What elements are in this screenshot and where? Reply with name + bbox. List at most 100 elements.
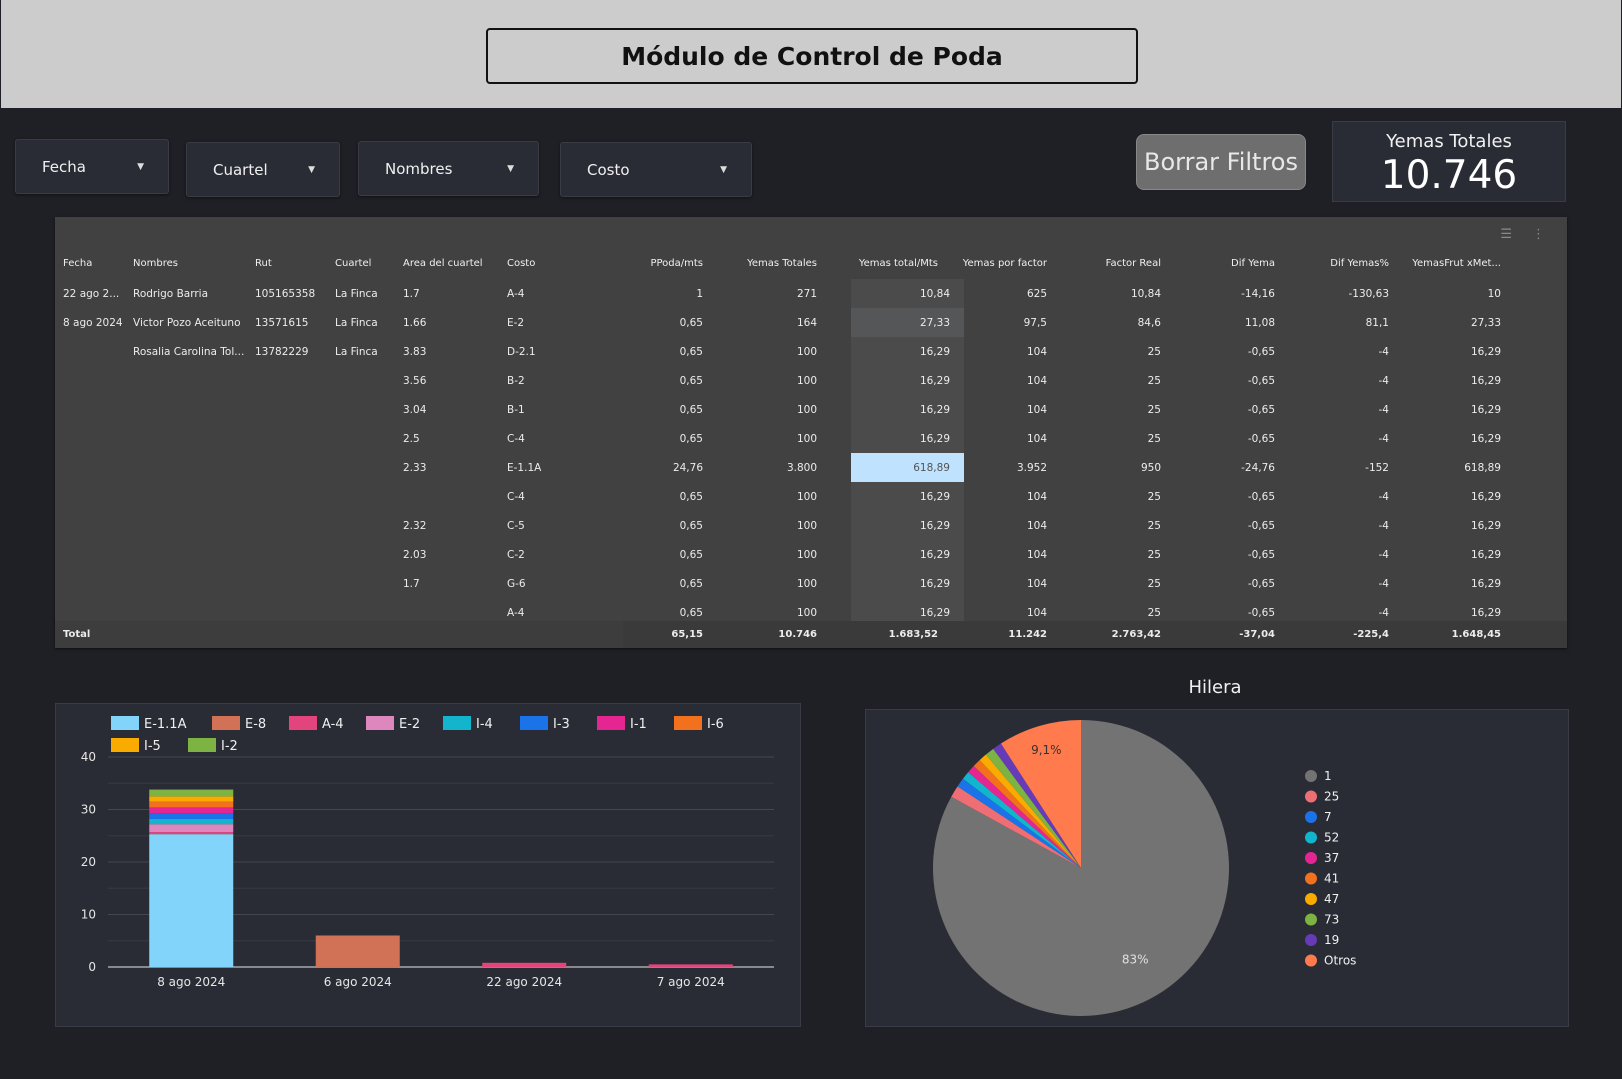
filter-icon[interactable]: ☰ xyxy=(1500,227,1512,242)
table-cell: 0,65 xyxy=(679,316,703,329)
legend-label: I-3 xyxy=(553,717,570,732)
table-row[interactable]: 2.32 C-5 0,65 100 16,29 104 25 -0,65 -4 16,29 xyxy=(55,511,1567,540)
table-row[interactable]: 2.33 E-1.1A 24,76 3.800 618,89 3.952 950 -24,76… xyxy=(55,453,1567,482)
table-row[interactable]: 22 ago 2... Rodrigo Barria 105165358 La Fin… xyxy=(55,279,1567,308)
legend-swatch xyxy=(212,716,240,730)
table-cell: 100 xyxy=(796,403,817,416)
table-cell: 618,89 xyxy=(1464,461,1501,474)
pie-chart-title: Hilera xyxy=(1188,677,1242,698)
table-cell: 0,65 xyxy=(679,345,703,358)
table-cell: 25 xyxy=(1147,403,1161,416)
table-cell xyxy=(133,569,253,598)
table-cell: 105165358 xyxy=(255,287,316,300)
column-header: Yemas por factor xyxy=(962,258,1047,269)
table-cell: -4 xyxy=(1378,345,1389,358)
legend-label: I-5 xyxy=(144,739,161,754)
table-cell xyxy=(133,482,253,511)
table-cell: 3.800 xyxy=(786,461,817,474)
table-cell: B-2 xyxy=(507,374,525,387)
caret-down-icon: ▼ xyxy=(137,161,144,172)
table-cell: 13782229 xyxy=(255,345,309,358)
table-cell: -4 xyxy=(1378,519,1389,532)
legend-label: E-1.1A xyxy=(144,717,187,732)
table-cell: -4 xyxy=(1378,403,1389,416)
table-cell xyxy=(63,366,133,395)
bar-segment xyxy=(149,807,234,814)
legend-label: 41 xyxy=(1324,872,1339,886)
x-tick-label: 7 ago 2024 xyxy=(657,975,725,989)
table-cell: C-4 xyxy=(507,432,525,445)
legend-swatch xyxy=(366,716,394,730)
table-cell: 16,29 xyxy=(1470,548,1501,561)
table-cell: 25 xyxy=(1147,490,1161,503)
table-cell: G-6 xyxy=(507,577,526,590)
table-row[interactable]: 1.7 G-6 0,65 100 16,29 104 25 -0,65 -4 16,29 xyxy=(55,569,1567,598)
column-header: PPoda/mts xyxy=(650,258,703,269)
clear-filters-button[interactable]: Borrar Filtros xyxy=(1136,134,1306,190)
table-cell xyxy=(335,453,399,482)
table-cell: A-4 xyxy=(507,287,525,300)
more-options-icon[interactable]: ⋮ xyxy=(1532,227,1545,242)
table-cell: 625 xyxy=(1026,287,1047,300)
legend-label: Otros xyxy=(1324,954,1356,968)
legend-swatch xyxy=(1305,893,1317,905)
table-cell: -4 xyxy=(1378,490,1389,503)
table-cell: 100 xyxy=(796,577,817,590)
legend-label: 1 xyxy=(1324,769,1332,783)
pie-slice-label: 9,1% xyxy=(1031,743,1062,757)
table-row[interactable]: C-4 0,65 100 16,29 104 25 -0,65 -4 16,29 xyxy=(55,482,1567,511)
legend-swatch xyxy=(1305,872,1317,885)
table-cell xyxy=(133,511,253,540)
table-cell: -0,65 xyxy=(1247,519,1275,532)
table-cell xyxy=(255,366,331,395)
legend-label: 19 xyxy=(1324,933,1339,947)
table-row[interactable]: Rosalia Carolina Tol... 13782229 La Finca 3… xyxy=(55,337,1567,366)
table-cell: E-2 xyxy=(507,316,525,329)
column-header: Area del cuartel xyxy=(403,258,483,269)
table-cell: 104 xyxy=(1026,519,1047,532)
table-cell xyxy=(255,395,331,424)
table-cell: La Finca xyxy=(335,287,378,300)
table-cell xyxy=(335,569,399,598)
kpi-label: Yemas Totales xyxy=(1386,131,1512,152)
filter-cuartel[interactable]: Cuartel ▼ xyxy=(186,142,340,197)
table-row[interactable]: 2.5 C-4 0,65 100 16,29 104 25 -0,65 -4 16,29 xyxy=(55,424,1567,453)
pie-chart-svg: 83% 9,1% 1 25 7 52 37 41 47 73 19 Otros xyxy=(933,720,1356,1016)
column-header: Costo xyxy=(507,258,536,269)
table-cell: 2.5 xyxy=(403,432,420,445)
legend-label: 7 xyxy=(1324,810,1332,824)
legend-label: E-2 xyxy=(399,717,420,732)
page-title: Módulo de Control de Poda xyxy=(486,28,1138,84)
total-label: Total xyxy=(63,629,91,640)
y-tick-label: 10 xyxy=(81,908,96,922)
table-cell: 1.66 xyxy=(403,316,427,329)
y-tick-label: 40 xyxy=(81,750,96,764)
table-cell: 100 xyxy=(796,345,817,358)
table-cell: -0,65 xyxy=(1247,548,1275,561)
x-tick-label: 6 ago 2024 xyxy=(324,975,392,989)
filter-nombres[interactable]: Nombres ▼ xyxy=(358,141,539,196)
table-cell: 25 xyxy=(1147,548,1161,561)
table-cell xyxy=(335,395,399,424)
table-cell: -4 xyxy=(1378,432,1389,445)
table-row[interactable]: 2.03 C-2 0,65 100 16,29 104 25 -0,65 -4 16,29 xyxy=(55,540,1567,569)
table-row[interactable]: 8 ago 2024 Victor Pozo Aceituno 13571615 La… xyxy=(55,308,1567,337)
legend-swatch xyxy=(1305,831,1317,844)
table-cell: 100 xyxy=(796,490,817,503)
table-row[interactable]: 3.56 B-2 0,65 100 16,29 104 25 -0,65 -4 16,29 xyxy=(55,366,1567,395)
filter-label: Fecha xyxy=(42,157,86,176)
table-header-row: Fecha Nombres Rut Cuartel Area del cuartel Co… xyxy=(55,248,1567,279)
stacked-bar-chart: 0 10 20 30 40 8 ago 2024 6 ago 2024 22 ago 2024… xyxy=(55,703,801,1027)
table-cell: 25 xyxy=(1147,345,1161,358)
table-cell xyxy=(335,424,399,453)
filter-costo[interactable]: Costo ▼ xyxy=(560,142,752,197)
bar-chart-svg: 0 10 20 30 40 8 ago 2024 6 ago 2024 22 ago 2024… xyxy=(81,716,774,989)
filter-fecha[interactable]: Fecha ▼ xyxy=(15,139,169,194)
x-tick-label: 8 ago 2024 xyxy=(157,975,225,989)
filter-label: Cuartel xyxy=(213,160,268,179)
table-row[interactable]: 3.04 B-1 0,65 100 16,29 104 25 -0,65 -4 16,29 xyxy=(55,395,1567,424)
total-cell: 11.242 xyxy=(1008,629,1047,640)
table-cell: 10,84 xyxy=(1130,287,1161,300)
table-cell xyxy=(255,482,331,511)
table-cell xyxy=(335,511,399,540)
